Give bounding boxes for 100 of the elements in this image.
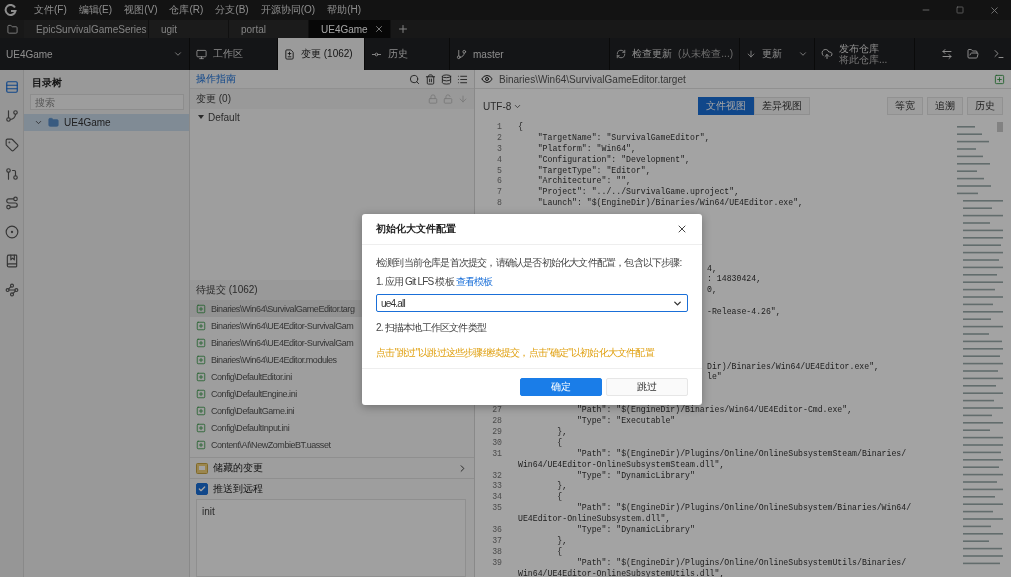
added-icon: [196, 371, 206, 382]
tag-icon[interactable]: [4, 138, 19, 152]
code-line: 4,: [707, 263, 717, 275]
code-line: "TargetName": "SurvivalGameEditor",: [536, 132, 710, 144]
added-icon: [196, 320, 206, 331]
chevron-down-icon[interactable]: [34, 118, 43, 127]
route-icon[interactable]: [4, 196, 19, 210]
stash-label[interactable]: 储藏的变更: [213, 461, 263, 475]
folder-icon[interactable]: [967, 48, 979, 60]
commit-message-field[interactable]: init: [196, 499, 466, 577]
folder-icon[interactable]: [6, 23, 18, 35]
file-path: Binaries\Win64\SurvivalGameEditor.target: [499, 73, 686, 85]
template-select[interactable]: ue4.all: [376, 294, 688, 312]
guide-link[interactable]: 操作指南: [196, 72, 236, 86]
code-line: 0,: [707, 285, 717, 297]
push-checkbox[interactable]: [196, 483, 208, 495]
search-icon[interactable]: [409, 73, 420, 85]
line-number: 27: [491, 405, 502, 417]
stash-icon: [196, 462, 208, 474]
added-icon: [196, 405, 206, 416]
caret-icon: [798, 49, 808, 59]
branch-icon: [456, 48, 467, 60]
code-line: {: [518, 122, 523, 133]
eye-icon[interactable]: [481, 73, 493, 85]
close-icon[interactable]: [676, 223, 688, 235]
code-line: "Type": "DynamicLibrary": [575, 524, 695, 536]
line-number: 5: [496, 165, 502, 177]
code-line: "Type": "DynamicLibrary": [575, 470, 695, 482]
line-number: 30: [491, 437, 502, 449]
pull-request-icon[interactable]: [4, 167, 19, 181]
file-row[interactable]: Content\AI\NewZombieBT.uasset: [190, 436, 474, 453]
dialog-title: 初始化大文件配置: [376, 222, 456, 236]
folder-icon: [48, 117, 59, 128]
line-number: 4: [496, 154, 502, 166]
menu-item[interactable]: 文件(F): [28, 3, 73, 17]
line-number: 37: [491, 535, 502, 547]
toolbar-button[interactable]: 追溯: [927, 97, 963, 115]
dialog-text: 检测到当前仓库是首次提交，请确认是否初始化大文件配置，包含以下步骤:: [376, 256, 683, 270]
search-field[interactable]: 搜索: [30, 94, 184, 110]
code-line: },: [556, 481, 568, 492]
branch-icon[interactable]: [4, 109, 19, 123]
tree-item[interactable]: UE4Game: [24, 114, 189, 131]
repo-tab[interactable]: UE4Game: [309, 20, 391, 38]
code-line: {: [556, 437, 563, 449]
publish-subtitle: 将此仓库...: [839, 54, 888, 65]
code-line: "Path": "$(EngineDir)/Plugins/Online/OnlineSubsystem/Binaries/Win64/: [575, 503, 912, 514]
toolbar-button[interactable]: 等宽: [887, 97, 923, 115]
code-line: },: [556, 426, 568, 438]
view-tab[interactable]: 差异视图: [754, 97, 810, 115]
list-icon[interactable]: [457, 73, 468, 85]
encoding-selector[interactable]: UTF-8: [483, 100, 523, 112]
terminal-icon[interactable]: [993, 48, 1005, 60]
menu-item[interactable]: 编辑(E): [72, 3, 119, 17]
code-line: UE4Editor-OnlineSubsystem.dll",: [518, 514, 671, 525]
menu-item[interactable]: 仓库(R): [163, 3, 210, 17]
file-row[interactable]: Config\DefaultGame.ini: [190, 402, 474, 419]
plus-icon[interactable]: [397, 23, 409, 35]
line-number: 1: [496, 122, 502, 133]
code-line: {: [556, 546, 563, 558]
book-icon[interactable]: [4, 254, 19, 268]
file-row[interactable]: Config\DefaultInput.ini: [190, 419, 474, 436]
circle-dot-icon[interactable]: [4, 225, 19, 239]
swap-icon[interactable]: [941, 48, 953, 60]
line-number: 28: [491, 416, 502, 427]
step-text: 2. 扫描本地工作区文件类型: [376, 321, 488, 335]
added-icon: [196, 422, 206, 433]
code-line: },: [556, 535, 568, 547]
line-number: 8: [496, 198, 502, 210]
code-line: "Type": "Executable": [575, 416, 676, 427]
waypoints-icon[interactable]: [4, 283, 19, 297]
close-icon[interactable]: [374, 24, 384, 34]
cloud-upload-icon: [821, 48, 833, 60]
menu-item[interactable]: 开源协同(O): [254, 3, 322, 17]
trash-icon[interactable]: [425, 73, 436, 85]
toolbar-button[interactable]: 历史: [967, 97, 1003, 115]
menu-item[interactable]: 分支(B): [209, 3, 255, 17]
view-tab[interactable]: 变更 (1062): [278, 38, 365, 70]
code-line: le": [707, 372, 722, 384]
database-icon[interactable]: [441, 73, 452, 85]
view-tab[interactable]: 文件视图: [698, 97, 754, 115]
code-line: Win64/UE4Editor-OnlineSubsystemSteam.dll",: [518, 459, 725, 471]
line-number: 33: [491, 481, 502, 493]
confirm-button[interactable]: 确定: [520, 378, 602, 396]
line-number: 39: [491, 557, 502, 569]
file-row[interactable]: Config\DefaultEditor.ini: [190, 368, 474, 385]
line-number: 7: [496, 187, 502, 199]
menu-item[interactable]: 视图(V): [118, 3, 164, 17]
warning-text: 点击"跳过"以跳过这些步骤继续提交，点击"确定"以初始化大文件配置: [376, 346, 656, 360]
line-number: 32: [491, 470, 502, 482]
refresh-icon: [616, 49, 626, 59]
menu-item[interactable]: 帮助(H): [321, 3, 368, 17]
skip-button[interactable]: 跳过: [606, 378, 688, 396]
code-line: Win64/UE4Editor-OnlineSubsystemUtils.dll",: [518, 568, 725, 577]
line-number: 34: [491, 492, 502, 504]
app-logo-icon: [4, 3, 18, 17]
checkbox-label: 推送到远程: [213, 482, 263, 496]
file-row[interactable]: Config\DefaultEngine.ini: [190, 385, 474, 402]
code-line: "Path": "$(EngineDir)/Plugins/Online/OnlineSubsystemSteam/Binaries/: [575, 448, 907, 460]
changelist-group[interactable]: Default: [190, 109, 474, 125]
rows-icon[interactable]: [4, 80, 19, 94]
